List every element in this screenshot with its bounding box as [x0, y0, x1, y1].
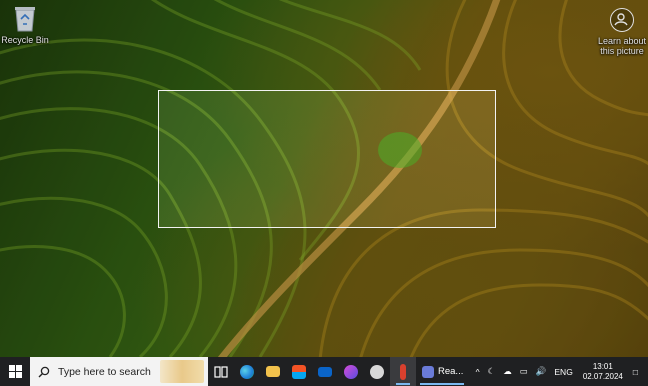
- task-view-icon: [214, 365, 228, 378]
- red-app-button[interactable]: [390, 357, 416, 386]
- edge-icon: [240, 364, 254, 379]
- bird-icon: [370, 364, 384, 379]
- running-app-label: Rea...: [438, 366, 464, 377]
- desktop-icon-label: Learn about this picture: [597, 36, 647, 56]
- task-view-button[interactable]: [208, 357, 234, 386]
- chevron-up-icon[interactable]: ^: [476, 367, 480, 377]
- battery-icon[interactable]: ▭: [520, 366, 528, 377]
- store-button[interactable]: [286, 357, 312, 386]
- clock[interactable]: 13:01 02.07.2024: [583, 362, 623, 382]
- active-indicator: [396, 383, 410, 385]
- desktop-icon-label: Recycle Bin: [1, 35, 49, 45]
- search-highlight-image: [160, 360, 204, 383]
- bird-app-button[interactable]: [364, 357, 390, 386]
- recycle-bin-icon: [12, 4, 38, 32]
- red-app-icon: [400, 363, 406, 380]
- running-app-button[interactable]: Rea...: [416, 357, 468, 386]
- edge-button[interactable]: [234, 357, 260, 386]
- search-box[interactable]: Type here to search: [30, 357, 208, 386]
- camera-icon: [610, 8, 634, 32]
- search-placeholder: Type here to search: [58, 365, 151, 378]
- reader-icon: [422, 365, 434, 378]
- taskbar: Type here to search Rea... ^ ☾ ☁ ▭ 🔊 ENG…: [0, 357, 648, 386]
- system-tray: ^ ☾ ☁ ▭ 🔊 ENG 13:01 02.07.2024 □: [472, 357, 648, 386]
- mail-icon: [318, 366, 332, 377]
- network-icon[interactable]: ☾: [488, 366, 496, 377]
- media-button[interactable]: [338, 357, 364, 386]
- desktop[interactable]: Recycle Bin Learn about this picture: [0, 0, 648, 357]
- volume-icon[interactable]: 🔊: [536, 366, 547, 377]
- folder-icon: [266, 366, 280, 377]
- clock-date: 02.07.2024: [582, 371, 623, 381]
- notification-icon[interactable]: □: [633, 367, 638, 377]
- windows-logo-icon: [8, 365, 22, 378]
- start-button[interactable]: [0, 357, 30, 386]
- cloud-icon[interactable]: ☁: [503, 366, 512, 377]
- media-player-icon: [344, 364, 358, 379]
- clock-time: 13:01: [592, 361, 613, 371]
- active-indicator: [420, 383, 464, 385]
- store-icon: [292, 364, 306, 379]
- language-indicator[interactable]: ENG: [554, 367, 572, 377]
- search-icon: [38, 366, 50, 377]
- mail-button[interactable]: [312, 357, 338, 386]
- snip-selection-rectangle[interactable]: [158, 90, 496, 228]
- desktop-icon-learn-about-picture[interactable]: Learn about this picture: [592, 8, 648, 56]
- desktop-icon-recycle-bin[interactable]: Recycle Bin: [0, 4, 55, 45]
- file-explorer-button[interactable]: [260, 357, 286, 386]
